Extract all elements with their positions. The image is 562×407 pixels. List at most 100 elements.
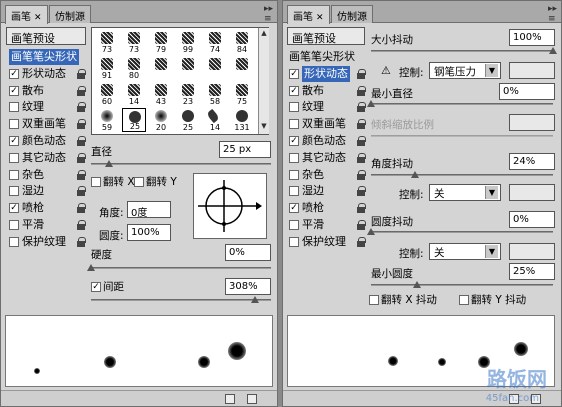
brush-setting-item[interactable]: ✓ 颜色动态	[289, 133, 367, 150]
angle-jitter-slider-thumb[interactable]	[410, 171, 419, 178]
spacing-slider-track[interactable]	[91, 299, 271, 301]
brush-tip-swatch[interactable]: 79	[149, 30, 173, 54]
brush-setting-item[interactable]: 其它动态	[9, 150, 87, 167]
flip-y-checkbox[interactable]	[134, 177, 144, 187]
angle-jitter-input[interactable]: 24%	[509, 153, 555, 170]
angle-input[interactable]: 0度	[127, 201, 171, 218]
roundness-control-select[interactable]: 关 ▼	[429, 243, 501, 260]
spacing-slider-thumb[interactable]	[250, 296, 259, 303]
setting-checkbox[interactable]: ✓	[9, 135, 19, 146]
lock-icon[interactable]	[77, 219, 86, 230]
brush-setting-item[interactable]: ✓ 颜色动态	[9, 133, 87, 150]
brush-presets-button[interactable]: 画笔预设	[6, 27, 86, 45]
brush-grid-scrollbar[interactable]: ▲ ▼	[258, 28, 269, 134]
brush-setting-item[interactable]: 湿边	[289, 183, 367, 200]
brush-tip-swatch[interactable]: 84	[230, 30, 254, 54]
setting-checkbox[interactable]	[9, 236, 19, 247]
lock-icon[interactable]	[77, 68, 86, 79]
brush-tip-swatch[interactable]	[230, 56, 254, 80]
hardness-slider-track[interactable]	[91, 267, 271, 269]
roundness-jitter-slider-thumb[interactable]	[367, 228, 375, 235]
lock-icon[interactable]	[357, 85, 366, 96]
setting-checkbox[interactable]	[9, 169, 19, 180]
setting-checkbox[interactable]	[9, 219, 19, 230]
lock-icon[interactable]	[357, 219, 366, 230]
brush-tip-swatch[interactable]: 23	[176, 82, 200, 106]
brush-setting-item[interactable]: ✓ 散布	[289, 83, 367, 100]
setting-checkbox[interactable]	[9, 152, 19, 163]
lock-icon[interactable]	[77, 236, 86, 247]
lock-icon[interactable]	[77, 85, 86, 96]
size-jitter-input[interactable]: 100%	[509, 29, 555, 46]
spacing-checkbox[interactable]: ✓	[91, 282, 101, 292]
trash-icon[interactable]	[247, 394, 257, 404]
brush-setting-item[interactable]: ✓ 形状动态	[289, 65, 367, 83]
brush-setting-item[interactable]: ✓ 散布	[9, 83, 87, 100]
brush-tip-swatch[interactable]: 99	[176, 30, 200, 54]
close-icon[interactable]: ✕	[34, 13, 42, 23]
lock-icon[interactable]	[77, 186, 86, 197]
brush-tip-swatch[interactable]: 75	[230, 82, 254, 106]
min-roundness-input[interactable]: 25%	[509, 263, 555, 280]
lock-icon[interactable]	[357, 119, 366, 130]
setting-checkbox[interactable]: ✓	[289, 203, 299, 214]
brush-setting-item[interactable]: 双重画笔	[9, 116, 87, 133]
brush-setting-item[interactable]: 保护纹理	[289, 234, 367, 251]
brush-setting-item[interactable]: 平滑	[9, 217, 87, 234]
min-diameter-slider-track[interactable]	[371, 103, 553, 105]
tab-brush[interactable]: 画笔 ✕	[287, 5, 330, 24]
tab-clone-source[interactable]: 仿制源	[331, 5, 373, 23]
brush-setting-item[interactable]: 杂色	[289, 167, 367, 184]
panel-menu-icon[interactable]: ▸▸ ≡	[264, 4, 273, 24]
brush-tip-swatch[interactable]: 80	[122, 56, 146, 80]
setting-checkbox[interactable]	[289, 102, 299, 113]
brush-tip-swatch[interactable]: 58	[203, 82, 227, 106]
tab-clone-source[interactable]: 仿制源	[49, 5, 91, 23]
setting-checkbox[interactable]	[289, 236, 299, 247]
brush-tip-swatch[interactable]: 25	[122, 108, 146, 132]
spacing-input[interactable]: 308%	[225, 278, 271, 295]
brush-tip-swatch[interactable]: 73	[122, 30, 146, 54]
brush-tip-swatch[interactable]: 14	[122, 82, 146, 106]
roundness-jitter-slider-track[interactable]	[371, 231, 553, 233]
brush-tip-swatch[interactable]: 60	[95, 82, 119, 106]
roundness-jitter-input[interactable]: 0%	[509, 211, 555, 228]
brush-setting-item[interactable]: ✓ 喷枪	[9, 200, 87, 217]
flip-x-jitter-checkbox[interactable]	[369, 295, 379, 305]
setting-checkbox[interactable]: ✓	[9, 203, 19, 214]
setting-checkbox[interactable]	[289, 152, 299, 163]
setting-checkbox[interactable]: ✓	[9, 85, 19, 96]
hardness-input[interactable]: 0%	[225, 244, 271, 261]
lock-icon[interactable]	[357, 152, 366, 163]
min-roundness-slider-track[interactable]	[371, 284, 553, 286]
flip-y-jitter-checkbox[interactable]	[459, 295, 469, 305]
brush-tip-swatch[interactable]: 20	[149, 108, 173, 132]
setting-checkbox[interactable]	[289, 119, 299, 130]
brush-tip-swatch[interactable]: 25	[176, 108, 200, 132]
angle-jitter-slider-track[interactable]	[371, 174, 553, 176]
min-diameter-input[interactable]: 0%	[499, 83, 555, 100]
brush-tip-swatch[interactable]	[203, 56, 227, 80]
setting-checkbox[interactable]: ✓	[289, 68, 299, 79]
brush-setting-item[interactable]: 画笔笔尖形状	[289, 49, 367, 66]
setting-checkbox[interactable]: ✓	[289, 135, 299, 146]
brush-setting-item[interactable]: 双重画笔	[289, 116, 367, 133]
size-jitter-slider-thumb[interactable]	[549, 47, 557, 54]
brush-tip-swatch[interactable]: 131	[230, 108, 254, 132]
new-brush-icon[interactable]	[225, 394, 235, 404]
tab-brush[interactable]: 画笔 ✕	[5, 5, 48, 24]
lock-icon[interactable]	[357, 102, 366, 113]
lock-icon[interactable]	[77, 152, 86, 163]
brush-setting-item[interactable]: 纹理	[9, 99, 87, 116]
lock-icon[interactable]	[357, 203, 366, 214]
lock-icon[interactable]	[357, 236, 366, 247]
brush-tip-swatch[interactable]: 59	[95, 108, 119, 132]
setting-checkbox[interactable]	[9, 119, 19, 130]
min-diameter-slider-thumb[interactable]	[367, 100, 375, 107]
close-icon[interactable]: ✕	[316, 13, 324, 23]
lock-icon[interactable]	[77, 135, 86, 146]
setting-checkbox[interactable]	[289, 169, 299, 180]
brush-tip-swatch[interactable]	[176, 56, 200, 80]
brush-setting-item[interactable]: 平滑	[289, 217, 367, 234]
roundness-input[interactable]: 100%	[127, 224, 171, 241]
